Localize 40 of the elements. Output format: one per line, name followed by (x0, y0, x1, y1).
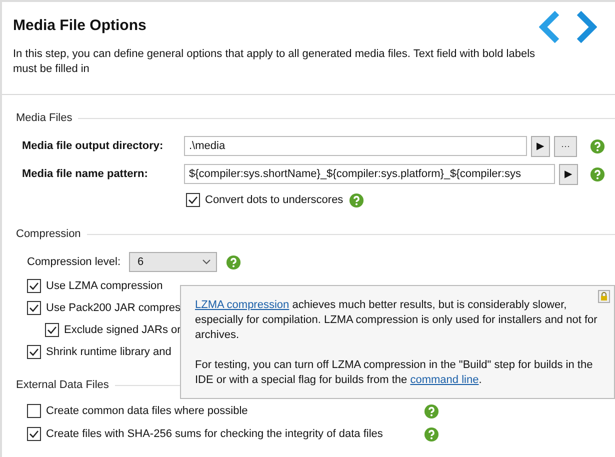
checkbox-label[interactable]: Convert dots to underscores (205, 194, 344, 206)
help-link[interactable]: LZMA compression (195, 299, 290, 311)
run-button[interactable]: ▶ (531, 136, 550, 156)
browse-button[interactable]: ··· (554, 136, 577, 156)
checkbox-label[interactable]: Use Pack200 JAR compres (46, 302, 180, 314)
checkbox-label[interactable]: Use LZMA compression (46, 280, 163, 292)
checkbox-label[interactable]: Exclude signed JARs or (64, 324, 181, 336)
page-title: Media File Options (13, 17, 148, 34)
section-title: Media Files (16, 112, 72, 124)
field-label: Media file output directory: (22, 140, 164, 152)
text-field[interactable]: ${compiler:sys.shortName}_${compiler:sys.platform}_${compiler:sys (184, 164, 555, 184)
help-icon[interactable] (590, 138, 605, 154)
checkbox[interactable] (186, 193, 200, 207)
help-icon[interactable] (590, 166, 605, 182)
checkbox[interactable] (27, 301, 41, 315)
chevron-icon (202, 259, 211, 265)
field-label: Media file name pattern: (22, 168, 149, 180)
help-link[interactable]: command line (410, 374, 479, 386)
checkbox[interactable] (27, 345, 41, 359)
help-icon[interactable] (424, 404, 439, 418)
run-button[interactable]: ▶ (559, 164, 578, 184)
tooltip-text: For testing, you can turn off LZMA compression in the "Build" step for builds in the IDE or with a special flag for builds from the command line. (195, 358, 594, 388)
tooltip-text: LZMA compression achieves much better results, but is considerably slower, especially for compilation. LZMA compression is only used for installers and not for archives. (195, 298, 598, 343)
help-icon[interactable] (349, 192, 364, 208)
checkbox-label[interactable]: Create common data files where possible (46, 405, 424, 417)
page-description: In this step, you can define general options that apply to all generated media files. Text field with bold labels must be filled in (13, 47, 536, 77)
checkbox[interactable] (27, 427, 41, 441)
help-icon[interactable] (226, 254, 241, 270)
lock-icon[interactable] (598, 290, 610, 303)
checkbox-label[interactable]: Shrink runtime library and (46, 346, 172, 358)
section-title: Compression (16, 228, 81, 240)
field-label: Compression level: (27, 256, 121, 268)
help-icon[interactable] (424, 426, 439, 442)
checkbox-label[interactable]: Create files with SHA-256 sums for checking the integrity of data files (46, 428, 424, 440)
checkbox[interactable] (45, 323, 59, 337)
checkbox[interactable] (27, 279, 41, 293)
section-title: External Data Files (16, 379, 109, 391)
text-field[interactable]: .\media (184, 136, 527, 156)
level-dropdown[interactable]: 6 (128, 252, 217, 272)
checkbox[interactable] (27, 404, 41, 418)
